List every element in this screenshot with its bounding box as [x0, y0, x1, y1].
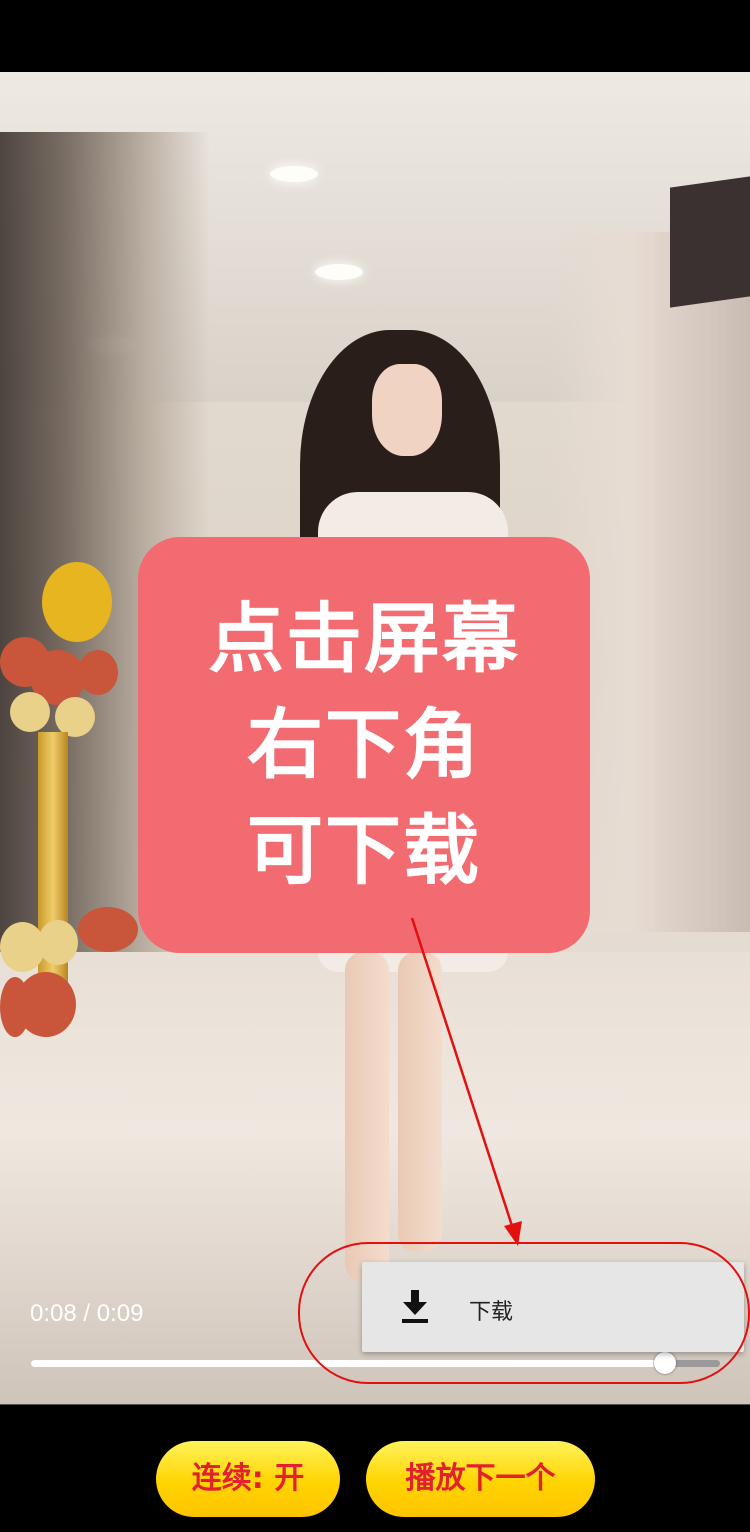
- balloon: [10, 692, 50, 732]
- person-leg: [398, 952, 442, 1252]
- ceiling-light: [315, 264, 363, 280]
- annotation-ellipse: [298, 1242, 750, 1384]
- gold-balloon: [42, 562, 112, 642]
- instruction-overlay: 点击屏幕 右下角 可下载: [138, 537, 590, 953]
- balloon: [16, 972, 76, 1037]
- ceiling-light: [270, 166, 318, 182]
- autoplay-toggle-button[interactable]: 连续: 开: [156, 1441, 340, 1517]
- overlay-line-1: 点击屏幕: [208, 594, 520, 683]
- play-next-button[interactable]: 播放下一个: [366, 1441, 595, 1517]
- balloon: [38, 920, 78, 965]
- person-face: [372, 364, 442, 456]
- overlay-line-2: 右下角: [247, 700, 481, 789]
- overlay-line-3: 可下载: [247, 806, 481, 895]
- person-leg: [345, 952, 389, 1282]
- balloon: [78, 650, 118, 695]
- balloon: [78, 907, 138, 952]
- balloon: [55, 697, 95, 737]
- time-display: 0:08 / 0:09: [30, 1300, 144, 1327]
- hanging-sign: [670, 176, 750, 308]
